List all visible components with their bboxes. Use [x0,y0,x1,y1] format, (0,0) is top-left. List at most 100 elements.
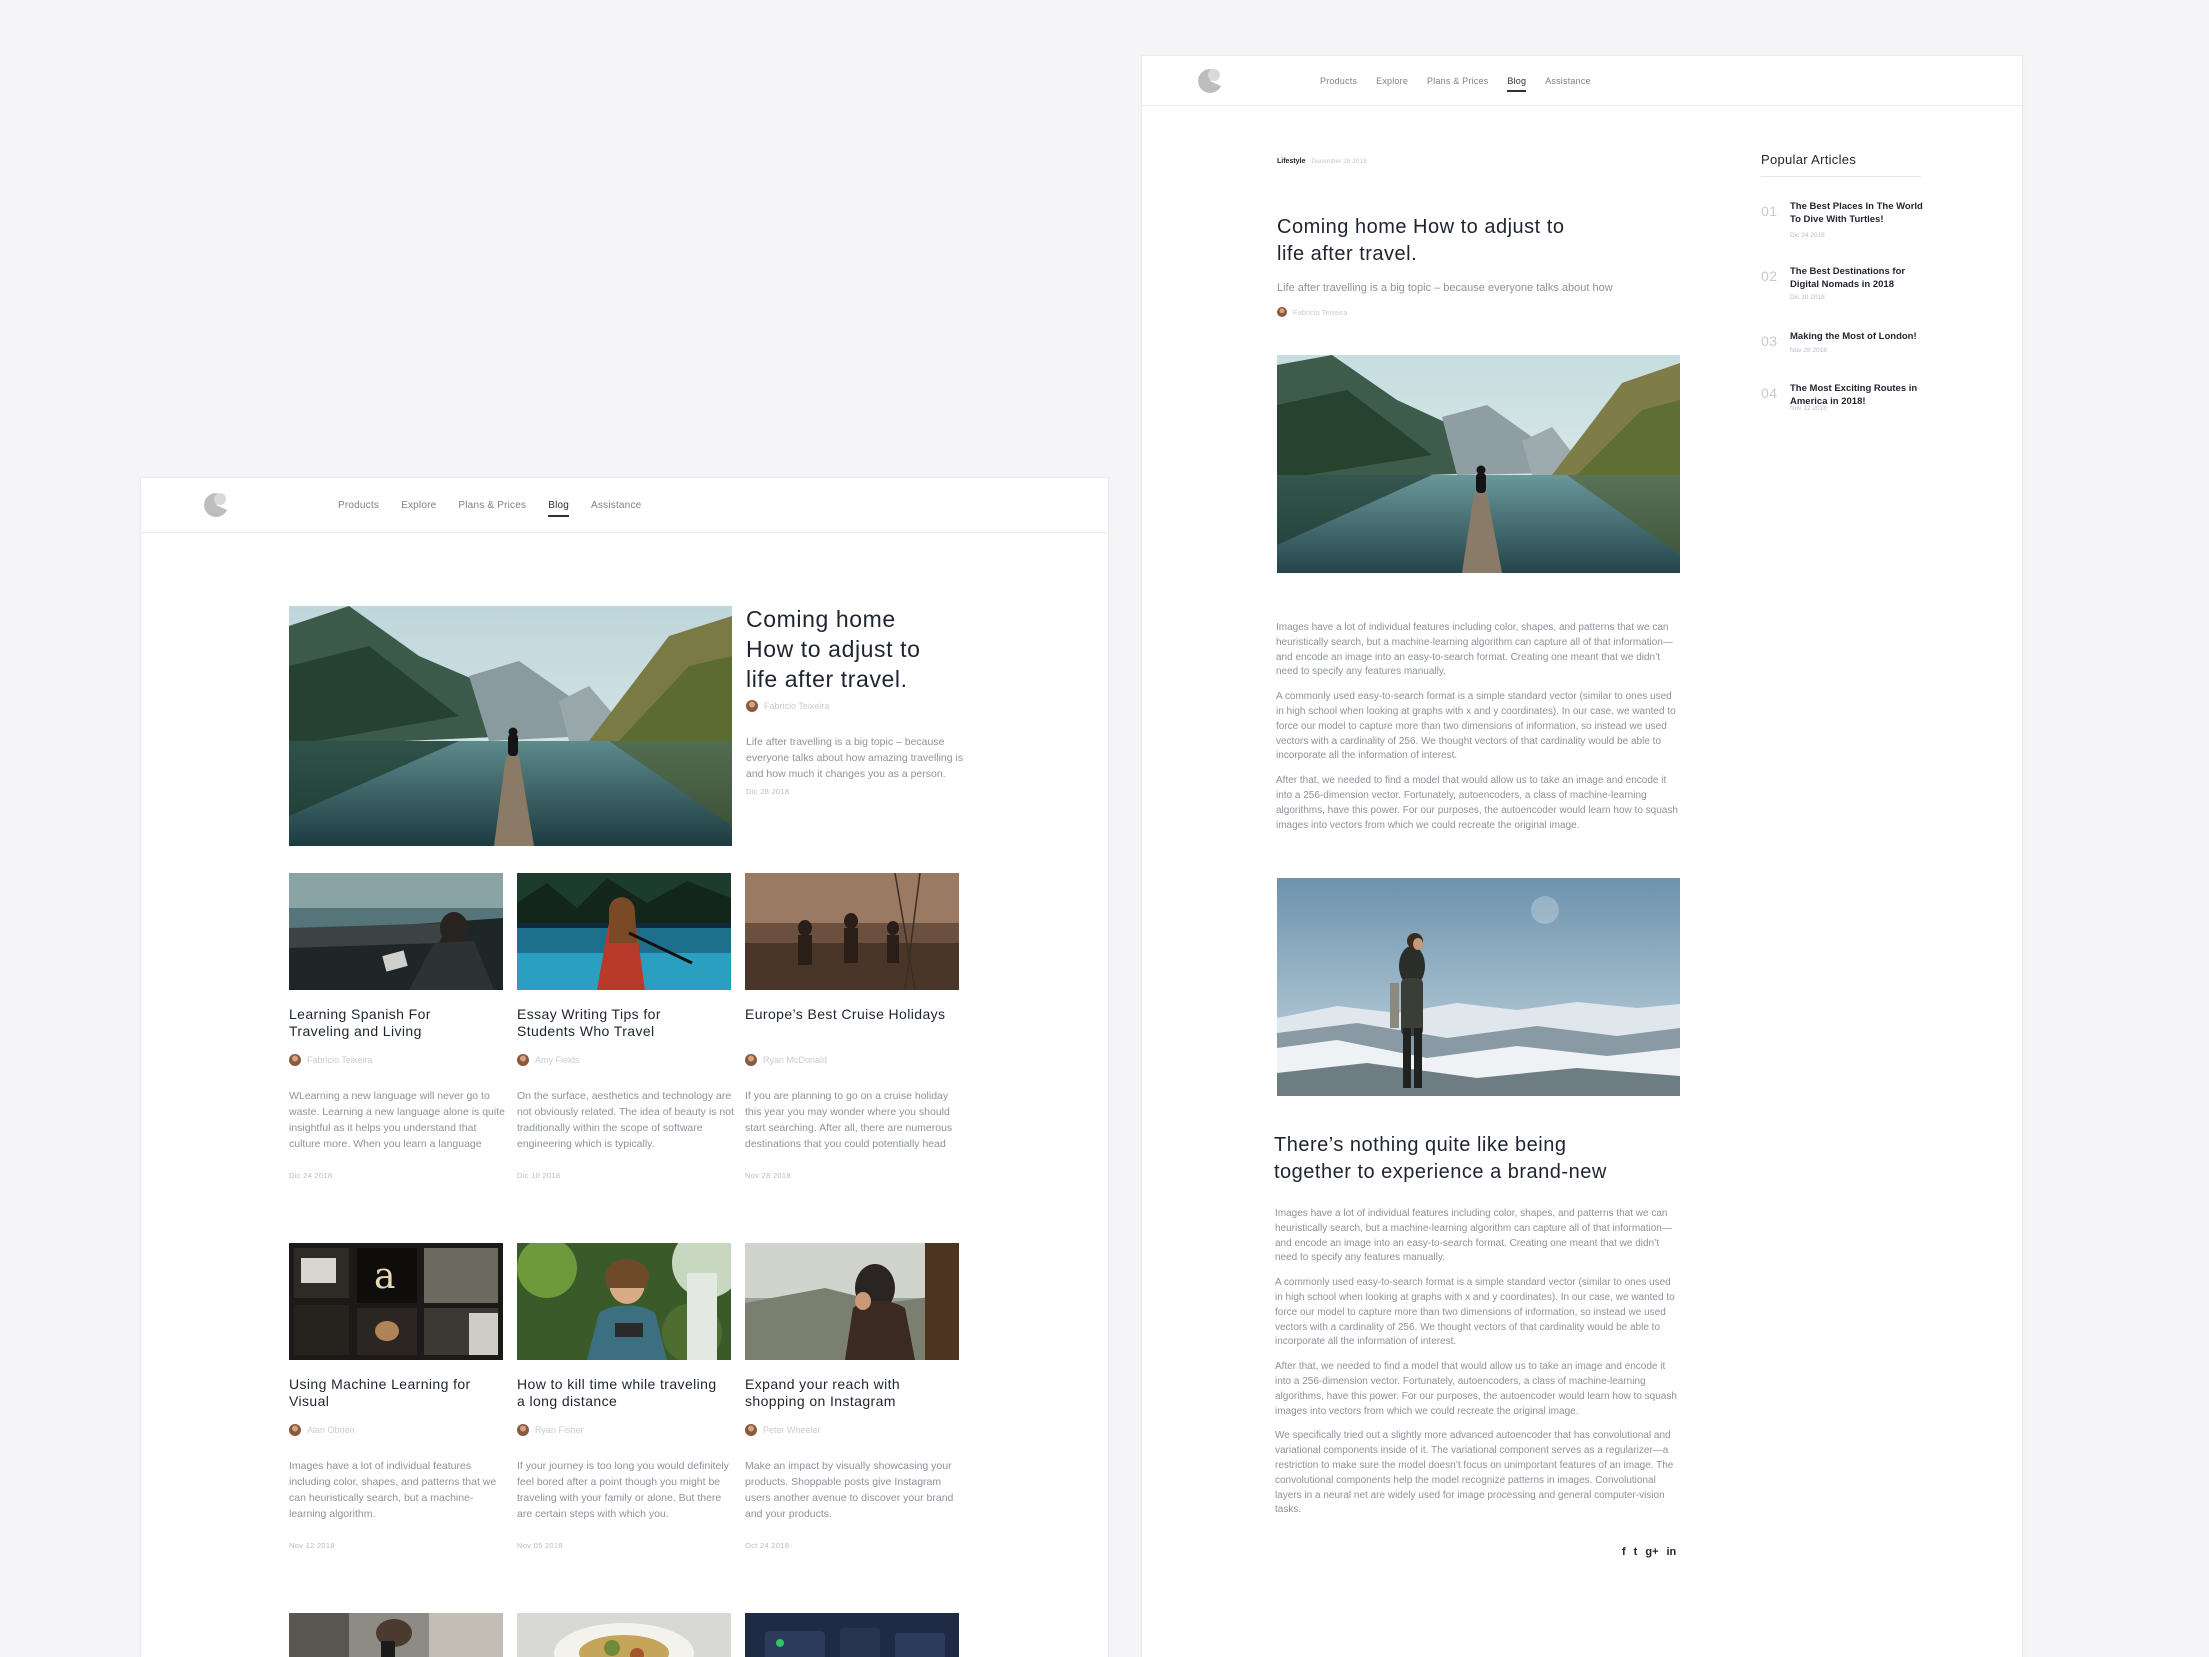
nav-explore[interactable]: Explore [1376,76,1408,86]
avatar [745,1424,757,1436]
paragraph: After that, we needed to find a model th… [1276,775,1678,831]
article-author: Fabricio Teixeira [1277,307,1347,317]
card-title[interactable]: Using Machine Learning for Visual [289,1376,499,1410]
category-tag[interactable]: Lifestyle [1277,158,1305,165]
card-image[interactable] [745,873,959,990]
svg-text:a: a [374,1256,395,1297]
subheading-line: together to experience a brand-new [1274,1161,1607,1183]
article-title: Coming home How to adjust to life after … [1277,214,1564,268]
paragraph: After that, we needed to find a model th… [1275,1361,1677,1417]
article-inline-image [1277,878,1680,1096]
article-meta: Lifestyle December 28 2018 [1277,158,1367,165]
nav-plans-prices[interactable]: Plans & Prices [1427,76,1488,86]
avatar [746,700,758,712]
card-author: Ryan Fisher [517,1424,584,1436]
nav-blog[interactable]: Blog [1507,76,1527,92]
top-navigation: Products Explore Plans & Prices Blog Ass… [1142,56,2022,106]
nav-plans-prices[interactable]: Plans & Prices [458,500,526,511]
author-name: Peter Wheeler [763,1425,821,1435]
item-title[interactable]: The Best Destinations for Digital Nomads… [1790,266,1930,291]
twitter-icon[interactable]: t [1634,1546,1638,1558]
card-title[interactable]: Europe’s Best Cruise Holidays [745,1006,965,1023]
linkedin-icon[interactable]: in [1667,1546,1677,1558]
card-author: Fabricio Teixeira [289,1054,372,1066]
article-subheading: There’s nothing quite like being togethe… [1274,1132,1607,1186]
card-author: Alan Obrien [289,1424,355,1436]
item-title[interactable]: The Best Places In The World To Dive Wit… [1790,201,1930,226]
card-date: Dic 24 2018 [289,1171,333,1180]
item-title[interactable]: Making the Most of London! [1790,331,1930,344]
card-title[interactable]: Learning Spanish For Traveling and Livin… [289,1006,489,1040]
item-number: 04 [1761,385,1778,401]
blog-list-window: Products Explore Plans & Prices Blog Ass… [141,478,1108,1657]
avatar [517,1424,529,1436]
article-title-line: life after travel. [1277,243,1418,265]
card-author: Ryan McDonald [745,1054,827,1066]
card-image[interactable] [745,1613,959,1657]
share-icons: f t g+ in [1622,1546,1676,1558]
facebook-icon[interactable]: f [1622,1546,1626,1558]
avatar [745,1054,757,1066]
popular-articles-list: 01 The Best Places In The World To Dive … [1761,177,1923,437]
card-date: Nov 12 2018 [289,1541,335,1550]
card-excerpt: On the surface, aesthetics and technolog… [517,1090,734,1150]
item-number: 01 [1761,203,1778,219]
card-image[interactable]: a [289,1243,503,1360]
author-name: Fabricio Teixeira [307,1055,373,1065]
popular-articles: Popular Articles 01 The Best Places In T… [1761,152,1923,437]
google-plus-icon[interactable]: g+ [1645,1546,1658,1558]
nav-menu: Products Explore Plans & Prices Blog Ass… [338,478,663,532]
nav-products[interactable]: Products [338,500,379,511]
nav-products[interactable]: Products [1320,76,1357,86]
author-name: Fabricio Teixeira [764,701,830,711]
card-image[interactable] [745,1243,959,1360]
featured-title-line: life after travel. [746,666,908,692]
author-name: Amy Fields [535,1055,580,1065]
logo-icon[interactable] [203,492,229,518]
featured-image[interactable] [289,606,732,846]
item-number: 02 [1761,268,1778,284]
featured-title[interactable]: Coming home How to adjust to life after … [746,604,976,694]
article-title-line: Coming home How to adjust to [1277,216,1565,238]
article-hero-image [1277,355,1680,573]
card-excerpt: If your journey is too long you would de… [517,1460,729,1520]
card-image[interactable] [517,873,731,990]
featured-excerpt: Life after travelling is a big topic – b… [746,736,964,780]
featured-title-line: How to adjust to [746,636,921,662]
card-excerpt: WLearning a new language will never go t… [289,1090,505,1150]
avatar [517,1054,529,1066]
card-image[interactable] [517,1613,731,1657]
nav-explore[interactable]: Explore [401,500,436,511]
card-excerpt: Images have a lot of individual features… [289,1460,497,1520]
author-name: Fabricio Teixeira [1293,307,1348,317]
nav-assistance[interactable]: Assistance [591,500,641,511]
card-author: Amy Fields [517,1054,580,1066]
card-date: Oct 24 2018 [745,1541,790,1550]
article-body-section-1: Images have a lot of individual features… [1276,621,1681,843]
card-image[interactable] [517,1243,731,1360]
nav-menu: Products Explore Plans & Prices Blog Ass… [1320,56,1610,105]
avatar [289,1424,301,1436]
card-excerpt: Make an impact by visually showcasing yo… [745,1460,954,1520]
top-navigation: Products Explore Plans & Prices Blog Ass… [141,478,1108,533]
author-name: Alan Obrien [307,1425,355,1435]
featured-title-line: Coming home [746,606,896,632]
paragraph: A commonly used easy-to-search format is… [1276,691,1676,762]
card-title[interactable]: How to kill time while traveling a long … [517,1376,717,1410]
author-name: Ryan McDonald [763,1055,828,1065]
featured-date: Dic 28 2018 [746,787,790,796]
card-date: Nov 05 2018 [517,1541,563,1550]
avatar [1277,307,1287,317]
card-author: Peter Wheeler [745,1424,821,1436]
nav-assistance[interactable]: Assistance [1545,76,1591,86]
article-body-section-2: Images have a lot of individual features… [1275,1207,1680,1528]
card-title[interactable]: Expand your reach with shopping on Insta… [745,1376,945,1410]
card-title[interactable]: Essay Writing Tips for Students Who Trav… [517,1006,717,1040]
card-image[interactable] [289,873,503,990]
featured-author: Fabricio Teixeira [746,700,829,712]
item-date: Nov 28 2018 [1790,347,1827,354]
nav-blog[interactable]: Blog [548,500,569,517]
card-image[interactable] [289,1613,503,1657]
logo-icon[interactable] [1197,68,1223,94]
paragraph: Images have a lot of individual features… [1275,1208,1672,1264]
